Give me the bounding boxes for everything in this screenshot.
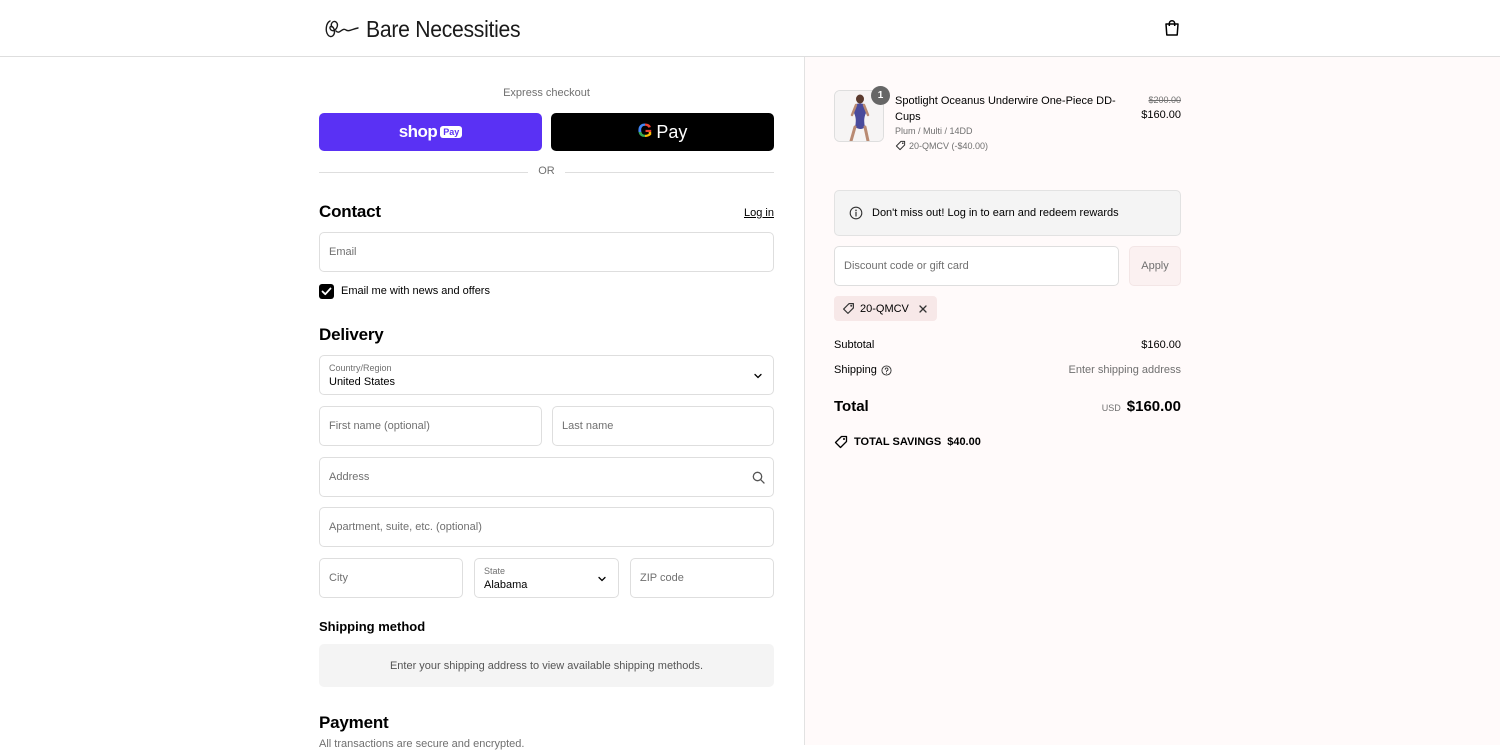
shop-pay-button[interactable]: shop Pay (319, 113, 542, 151)
tag-icon (895, 140, 906, 151)
product-discount: 20-QMCV (-$40.00) (895, 140, 988, 151)
subtotal-row: Subtotal $160.00 (834, 339, 1181, 351)
newsletter-checkbox[interactable] (319, 284, 334, 299)
total-row: Total USD $160.00 (834, 398, 1181, 415)
city-input[interactable] (329, 559, 453, 597)
google-g-icon: G (637, 121, 653, 142)
apply-discount-button[interactable]: Apply (1129, 246, 1181, 286)
shipping-label: Shipping (834, 364, 877, 376)
price-current: $160.00 (1141, 109, 1181, 121)
tag-icon (843, 303, 854, 314)
brand-logo[interactable]: Bare Necessities (322, 14, 534, 44)
apartment-input[interactable] (329, 508, 764, 546)
total-amount: $160.00 (1126, 398, 1181, 415)
log-in-link[interactable]: Log in (744, 207, 774, 219)
column-divider (804, 57, 805, 745)
brand-monogram-icon (325, 20, 359, 38)
info-icon (849, 206, 863, 220)
total-value-group: USD $160.00 (1102, 398, 1181, 415)
chevron-down-icon (598, 576, 606, 582)
contact-title: Contact (319, 202, 381, 221)
subtotal-value: $160.00 (1141, 339, 1181, 351)
shipping-method-title: Shipping method (319, 619, 426, 634)
apartment-field[interactable] (319, 507, 774, 547)
checkmark-icon (321, 287, 332, 296)
google-pay-button[interactable]: G Pay (551, 113, 774, 151)
shipping-method-message: Enter your shipping address to view avai… (389, 659, 704, 672)
search-icon[interactable] (752, 471, 765, 484)
country-select[interactable]: Country/Region United States (319, 355, 774, 395)
zip-field[interactable] (630, 558, 774, 598)
shipping-value: Enter shipping address (1068, 364, 1181, 376)
currency-code: USD (1101, 403, 1121, 413)
shopping-bag-icon[interactable] (1162, 18, 1182, 38)
state-value: Alabama (484, 579, 528, 591)
savings-label: TOTAL SAVINGS (854, 436, 942, 448)
address-field[interactable] (319, 457, 774, 497)
shipping-row: Shipping Enter shipping address (834, 364, 1181, 376)
shop-pay-pill: Pay (440, 126, 463, 138)
shipping-method-placeholder: Enter your shipping address to view avai… (319, 644, 774, 687)
or-text: OR (538, 165, 555, 177)
product-name: Spotlight Oceanus Underwire One-Piece DD… (895, 95, 1116, 123)
rewards-text: Don't miss out! Log in to earn and redee… (872, 207, 1119, 219)
or-separator: OR (319, 165, 774, 179)
address-input[interactable] (329, 458, 764, 496)
discount-code-field[interactable] (834, 246, 1119, 286)
first-name-input[interactable] (329, 407, 532, 445)
country-label: Country/Region (329, 363, 392, 373)
express-checkout-label: Express checkout (503, 87, 590, 99)
payment-subtitle: All transactions are secure and encrypte… (319, 738, 525, 750)
country-value: United States (329, 376, 396, 388)
subtotal-label: Subtotal (834, 339, 875, 351)
email-field[interactable] (319, 232, 774, 272)
chevron-down-icon (754, 373, 762, 379)
product-variant: Plum / Multi / 14DD (895, 126, 973, 136)
zip-input[interactable] (640, 559, 764, 597)
shipping-label-group: Shipping (834, 364, 892, 376)
brand-name: Bare Necessities (366, 15, 521, 42)
rewards-banner[interactable]: Don't miss out! Log in to earn and redee… (834, 190, 1181, 236)
shop-pay-wordmark: shop (398, 122, 438, 141)
state-label: State (484, 566, 506, 576)
city-field[interactable] (319, 558, 463, 598)
savings-value: $40.00 (947, 436, 981, 448)
help-icon[interactable] (881, 364, 892, 376)
state-select[interactable]: State Alabama (474, 558, 619, 598)
savings-tag-icon (834, 435, 848, 449)
total-savings: TOTAL SAVINGS $40.00 (834, 435, 981, 449)
first-name-field[interactable] (319, 406, 542, 446)
google-pay-wordmark: Pay (656, 121, 688, 142)
last-name-input[interactable] (562, 407, 764, 445)
product-discount-text: 20-QMCV (-$40.00) (909, 140, 989, 151)
discount-code-input[interactable] (844, 247, 1109, 285)
remove-discount-icon[interactable] (917, 303, 929, 315)
site-header: Bare Necessities (0, 0, 1500, 57)
last-name-field[interactable] (552, 406, 774, 446)
applied-discount-chip: 20-QMCV (834, 296, 937, 321)
email-input[interactable] (329, 233, 764, 271)
newsletter-label: Email me with news and offers (341, 285, 490, 297)
price-original: $200.00 (1148, 95, 1181, 105)
delivery-title: Delivery (319, 325, 384, 344)
quantity-badge: 1 (871, 86, 890, 105)
applied-discount-code: 20-QMCV (860, 302, 909, 315)
total-label: Total (834, 398, 869, 415)
payment-title: Payment (319, 713, 389, 732)
